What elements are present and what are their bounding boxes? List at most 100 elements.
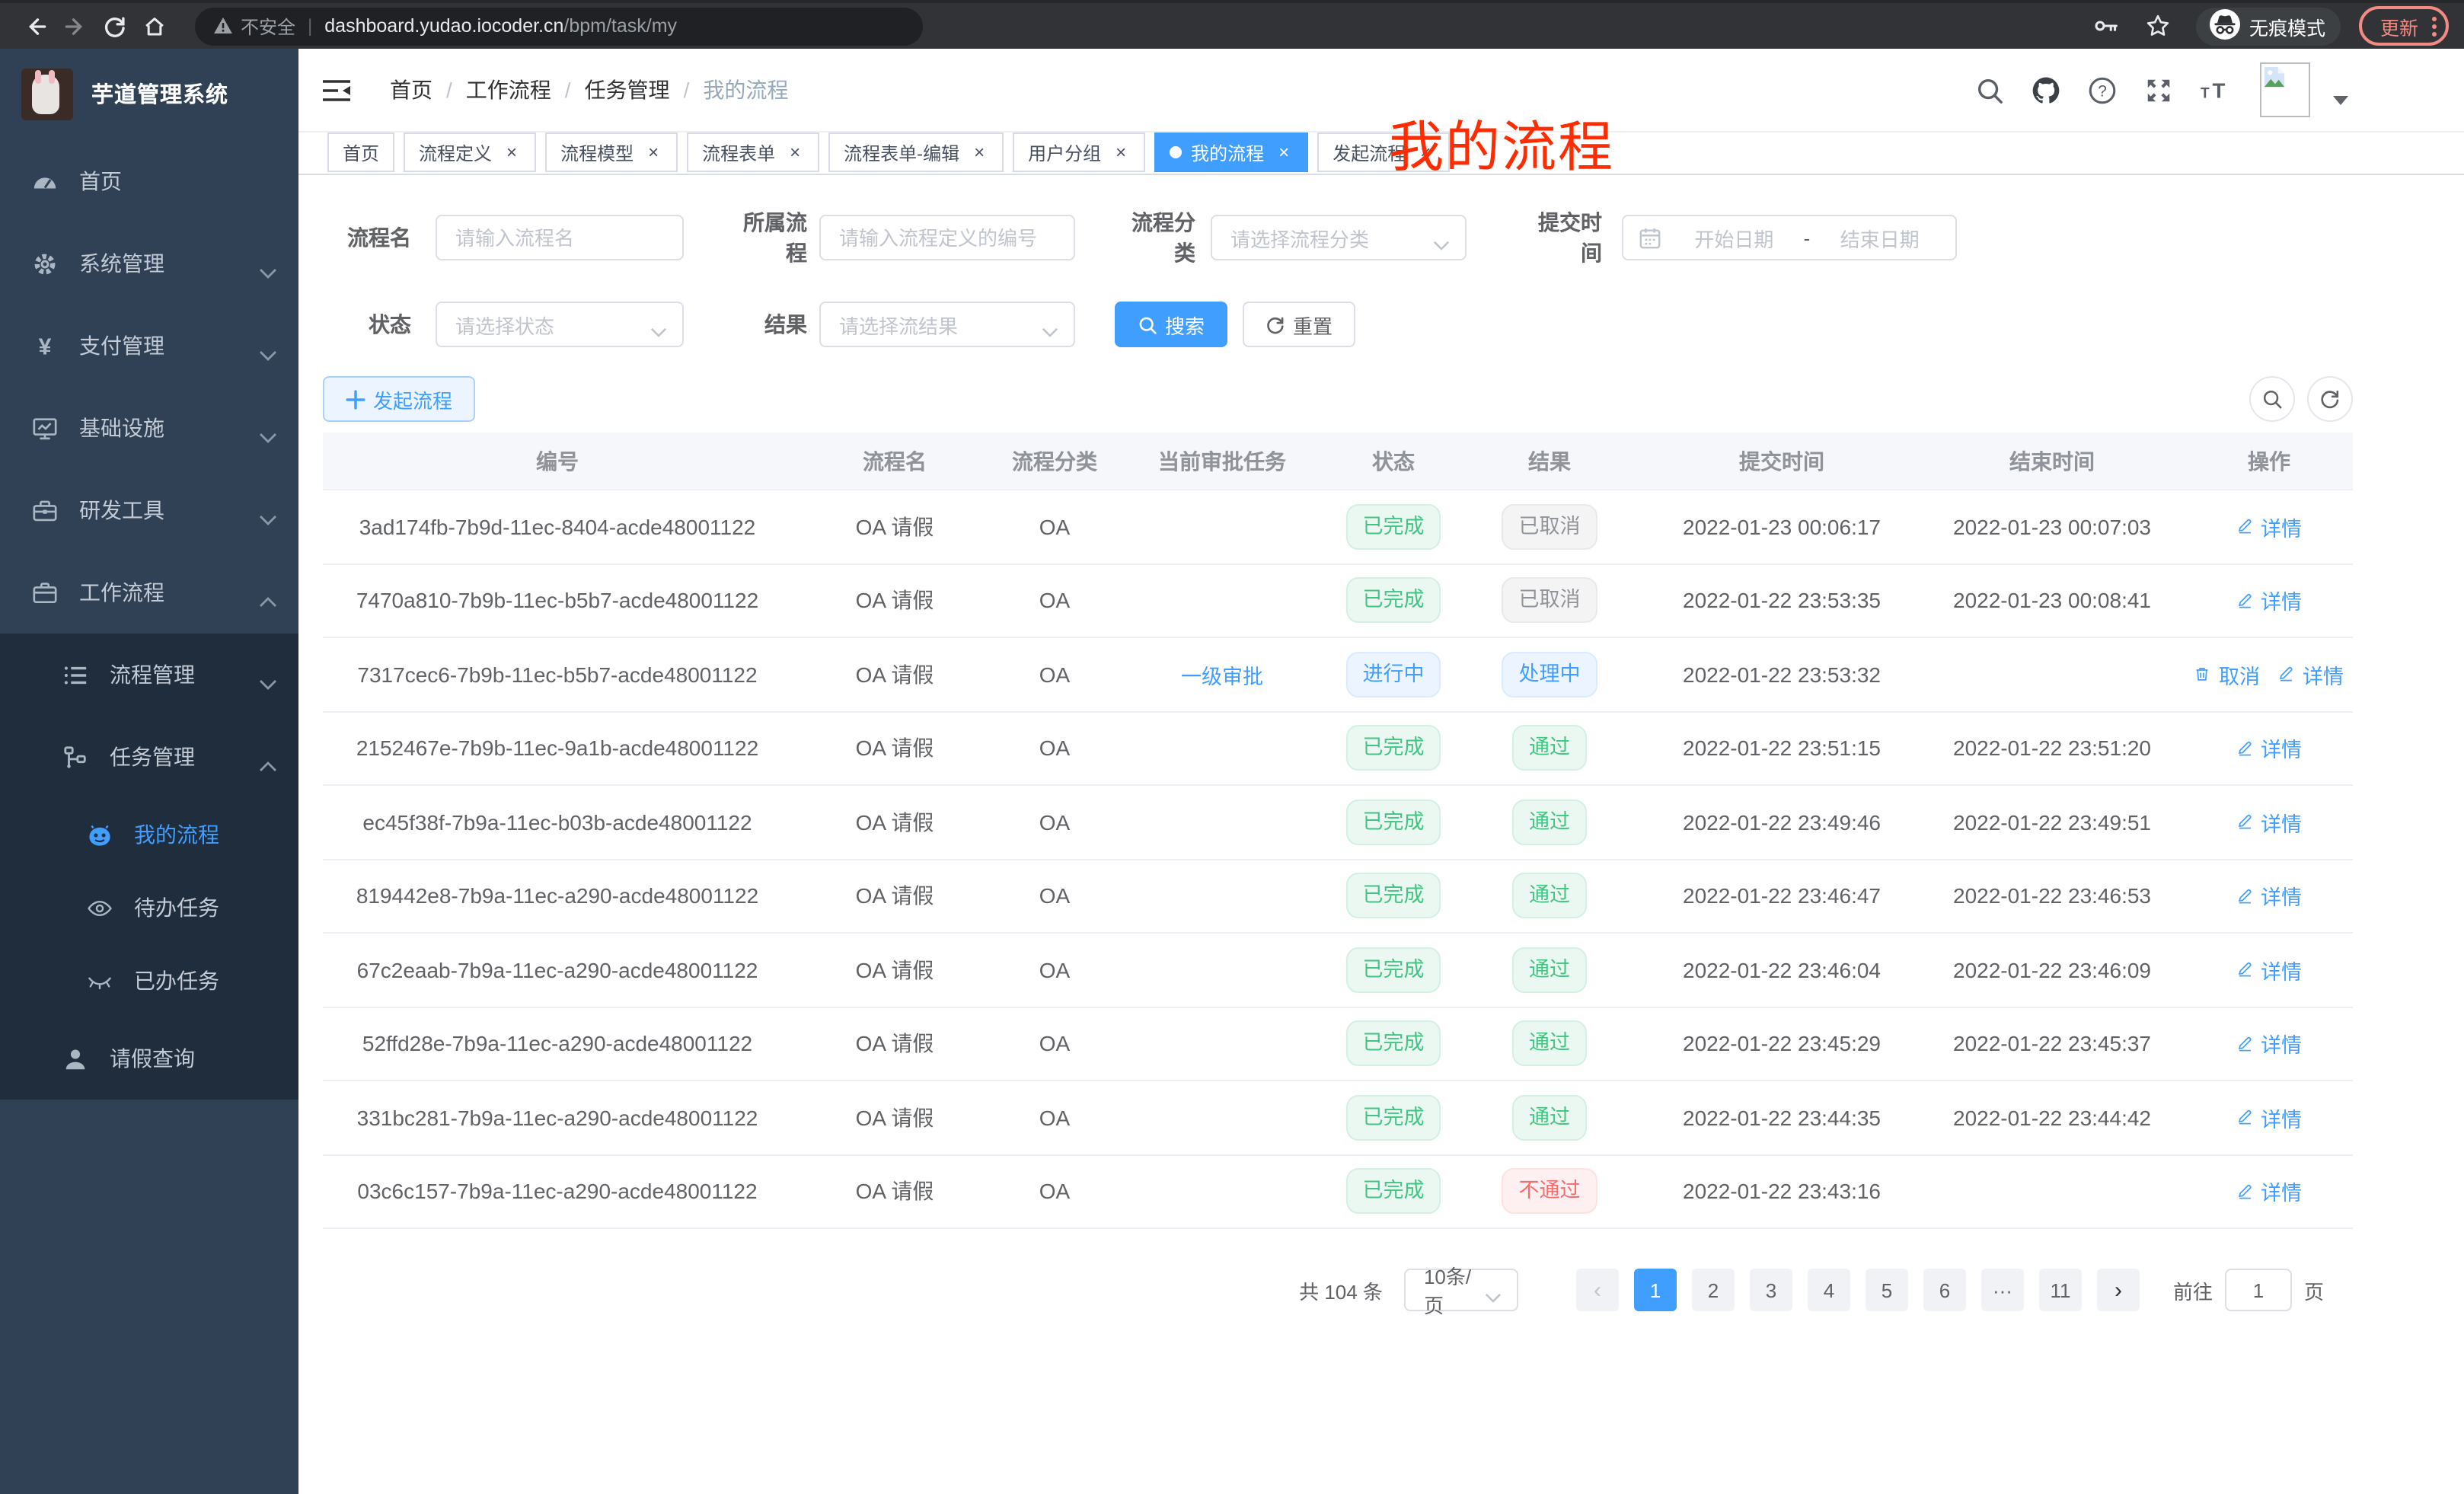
status-select[interactable]: 请选择状态 bbox=[436, 302, 684, 347]
toggle-search-button[interactable] bbox=[2249, 376, 2295, 422]
cancel-action-link[interactable]: 取消 bbox=[2194, 659, 2260, 690]
detail-action-link[interactable]: 详情 bbox=[2236, 733, 2302, 764]
page-size-select[interactable]: 10条/页 bbox=[1404, 1269, 1518, 1311]
cell-id: 03c6c157-7b9a-11ec-a290-acde48001122 bbox=[323, 1180, 792, 1204]
bookmark-star-icon[interactable] bbox=[2138, 6, 2178, 46]
detail-action-link[interactable]: 详情 bbox=[2236, 1176, 2302, 1207]
sidebar-item-label: 系统管理 bbox=[79, 248, 164, 279]
end-date-placeholder[interactable]: 结束日期 bbox=[1819, 223, 1940, 252]
detail-action-link[interactable]: 详情 bbox=[2236, 1029, 2302, 1059]
sidebar-item-leave-query[interactable]: 请假查询 bbox=[0, 1017, 298, 1100]
page-button-4[interactable]: 4 bbox=[1808, 1269, 1850, 1311]
detail-action-link[interactable]: 详情 bbox=[2236, 955, 2302, 985]
page-button-5[interactable]: 5 bbox=[1866, 1269, 1908, 1311]
page-button-2[interactable]: 2 bbox=[1692, 1269, 1735, 1311]
process-table: 编号流程名流程分类当前审批任务状态结果提交时间结束时间操作 3ad174fb-7… bbox=[323, 433, 2353, 1229]
home-icon[interactable] bbox=[134, 6, 174, 46]
avatar[interactable] bbox=[2260, 62, 2310, 117]
start-date-placeholder[interactable]: 开始日期 bbox=[1674, 223, 1795, 252]
sidebar-item-my-process[interactable]: 我的流程 bbox=[0, 798, 298, 871]
sidebar-item-task-management[interactable]: 任务管理 bbox=[0, 716, 298, 798]
sidebar-item-workflow[interactable]: 工作流程 bbox=[0, 551, 298, 634]
breadcrumb-item[interactable]: 任务管理 bbox=[585, 75, 670, 105]
tab-process-definition[interactable]: 流程定义× bbox=[404, 132, 536, 172]
back-icon[interactable] bbox=[15, 6, 55, 46]
tab-close-icon[interactable]: × bbox=[970, 142, 988, 163]
tab-close-icon[interactable]: × bbox=[644, 142, 662, 163]
browser-toolbar: 不安全 | dashboard.yudao.iocoder.cn/bpm/tas… bbox=[0, 0, 2464, 49]
security-label[interactable]: 不安全 bbox=[241, 13, 295, 39]
cell-result: 处理中 bbox=[1454, 652, 1645, 698]
sidebar-item-done-tasks[interactable]: 已办任务 bbox=[0, 944, 298, 1017]
cell-process-name: OA 请假 bbox=[792, 659, 997, 690]
tab-close-icon[interactable]: × bbox=[1112, 142, 1130, 163]
process-definition-input[interactable] bbox=[819, 215, 1075, 260]
column-header: 结果 bbox=[1454, 445, 1645, 476]
update-label[interactable]: 更新 bbox=[2380, 11, 2418, 40]
chevron-down-icon[interactable] bbox=[2333, 85, 2348, 94]
result-select[interactable]: 请选择流结果 bbox=[819, 302, 1075, 347]
cancel-action-label: 取消 bbox=[2219, 659, 2260, 690]
detail-action-link[interactable]: 详情 bbox=[2236, 586, 2302, 616]
reset-button[interactable]: 重置 bbox=[1243, 302, 1355, 347]
tab-close-icon[interactable]: × bbox=[1275, 142, 1293, 163]
page-button-1[interactable]: 1 bbox=[1634, 1269, 1677, 1311]
sidebar-item-infrastructure[interactable]: 基础设施 bbox=[0, 387, 298, 469]
sidebar-collapse-icon[interactable] bbox=[317, 70, 356, 110]
process-name-input[interactable] bbox=[436, 215, 684, 260]
prev-page-button[interactable]: ‹ bbox=[1576, 1269, 1619, 1311]
sidebar-item-dev-tools[interactable]: 研发工具 bbox=[0, 469, 298, 551]
pen-icon bbox=[2236, 1182, 2256, 1202]
sidebar-item-todo-tasks[interactable]: 待办任务 bbox=[0, 871, 298, 944]
breadcrumb-item[interactable]: 工作流程 bbox=[466, 75, 551, 105]
sidebar-item-system[interactable]: 系统管理 bbox=[0, 222, 298, 305]
goto-page-input[interactable] bbox=[2225, 1269, 2292, 1311]
detail-action-link[interactable]: 详情 bbox=[2236, 807, 2302, 838]
fullscreen-icon[interactable] bbox=[2141, 73, 2175, 107]
detail-action-link[interactable]: 详情 bbox=[2236, 1103, 2302, 1133]
more-pages-button[interactable]: ··· bbox=[1981, 1269, 2024, 1311]
refresh-button[interactable] bbox=[2307, 376, 2353, 422]
submit-time-range[interactable]: 开始日期 - 结束日期 bbox=[1622, 215, 1957, 260]
browser-menu-icon[interactable] bbox=[2432, 16, 2437, 36]
page-button-6[interactable]: 6 bbox=[1923, 1269, 1966, 1311]
tab-close-icon[interactable]: × bbox=[786, 142, 804, 163]
reload-icon[interactable] bbox=[94, 6, 134, 46]
app-logo-row[interactable]: 芋道管理系统 bbox=[0, 49, 298, 126]
detail-action-link[interactable]: 详情 bbox=[2236, 512, 2302, 542]
sidebar-item-payment[interactable]: ¥支付管理 bbox=[0, 305, 298, 387]
update-button[interactable]: 更新 bbox=[2359, 6, 2449, 46]
tab-home[interactable]: 首页 bbox=[327, 132, 394, 172]
next-page-button[interactable]: › bbox=[2097, 1269, 2140, 1311]
url-bar[interactable]: 不安全 | dashboard.yudao.iocoder.cn/bpm/tas… bbox=[195, 7, 923, 45]
search-icon[interactable] bbox=[1972, 73, 2006, 107]
current-task-link[interactable]: 一级审批 bbox=[1181, 659, 1263, 690]
key-icon[interactable] bbox=[2086, 6, 2126, 46]
tab-user-group[interactable]: 用户分组× bbox=[1013, 132, 1145, 172]
svg-text:T: T bbox=[2212, 78, 2225, 102]
tab-close-icon[interactable]: × bbox=[503, 142, 521, 163]
tab-process-form-edit[interactable]: 流程表单-编辑× bbox=[828, 132, 1004, 172]
table-body: 3ad174fb-7b9d-11ec-8404-acde48001122 OA 请… bbox=[323, 490, 2353, 1229]
search-button[interactable]: 搜索 bbox=[1115, 302, 1227, 347]
detail-action-link[interactable]: 详情 bbox=[2278, 659, 2344, 690]
detail-action-link[interactable]: 详情 bbox=[2236, 881, 2302, 911]
forward-icon[interactable] bbox=[55, 6, 94, 46]
result-badge: 通过 bbox=[1512, 726, 1587, 771]
start-process-button[interactable]: 发起流程 bbox=[323, 376, 475, 422]
detail-action-label: 详情 bbox=[2261, 1029, 2302, 1059]
process-category-select[interactable]: 请选择流程分类 bbox=[1211, 215, 1467, 260]
page-button-11[interactable]: 11 bbox=[2039, 1269, 2082, 1311]
page-button-3[interactable]: 3 bbox=[1750, 1269, 1792, 1311]
github-icon[interactable] bbox=[2028, 73, 2062, 107]
cell-id: 3ad174fb-7b9d-11ec-8404-acde48001122 bbox=[323, 515, 792, 539]
help-icon[interactable]: ? bbox=[2085, 73, 2118, 107]
sidebar-item-process-management[interactable]: 流程管理 bbox=[0, 634, 298, 716]
font-size-icon[interactable]: TT bbox=[2197, 73, 2231, 107]
tab-process-model[interactable]: 流程模型× bbox=[545, 132, 678, 172]
tab-process-form[interactable]: 流程表单× bbox=[687, 132, 819, 172]
tab-my-process[interactable]: 我的流程× bbox=[1154, 132, 1308, 172]
pen-icon bbox=[2236, 517, 2256, 537]
breadcrumb-item[interactable]: 首页 bbox=[390, 75, 432, 105]
sidebar-item-home[interactable]: 首页 bbox=[0, 140, 298, 222]
